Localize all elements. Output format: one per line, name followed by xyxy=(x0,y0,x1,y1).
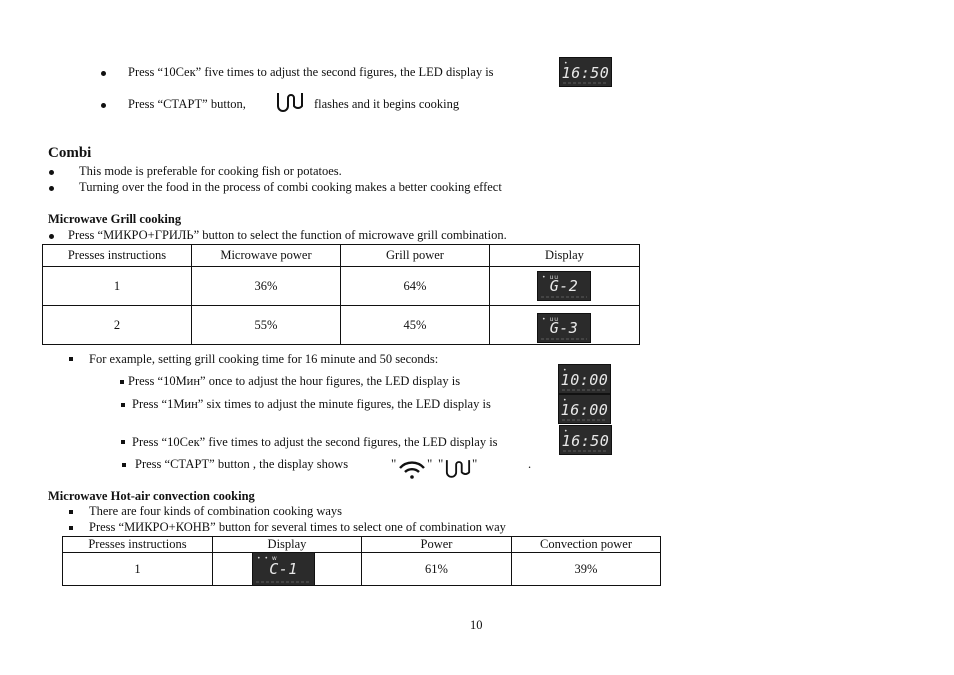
led-text: G-2 xyxy=(549,277,579,295)
page-number: 10 xyxy=(470,618,483,632)
led-grid xyxy=(256,581,311,583)
led-grid xyxy=(563,82,608,84)
cell-presses: 2 xyxy=(42,305,192,345)
led-grid xyxy=(562,419,607,421)
table-row: 1 61% 39% xyxy=(62,552,661,586)
header-cell: Display xyxy=(212,536,362,553)
header-cell: Convection power xyxy=(511,536,661,553)
step-text: Press “10Мин” once to adjust the hour fi… xyxy=(128,374,461,388)
bullet xyxy=(120,380,124,384)
header-cell: Presses instructions xyxy=(62,536,213,553)
led-display: • 16:50 xyxy=(559,425,612,455)
bullet xyxy=(122,463,126,467)
led-display: • 16:00 xyxy=(558,394,611,424)
section-title-combi: Combi xyxy=(48,145,92,161)
grill-icon xyxy=(445,460,471,478)
led-display: • uu G-2 xyxy=(537,271,591,301)
quote-mark: " xyxy=(438,456,444,471)
step-text: Press “10Сек” five times to adjust the s… xyxy=(132,435,498,449)
bullet xyxy=(49,186,54,191)
microwave-wave-icon xyxy=(399,461,425,479)
table-header-row: Presses instructions Microwave power Gri… xyxy=(42,244,640,267)
cell-grill-power: 64% xyxy=(340,266,490,306)
led-text: G-3 xyxy=(549,319,579,337)
quote-mark: " xyxy=(472,456,478,471)
bullet xyxy=(69,526,73,530)
led-grid xyxy=(562,389,607,391)
convection-table: Presses instructions Display Power Conve… xyxy=(62,536,661,586)
convection-bullet: There are four kinds of combination cook… xyxy=(89,504,343,518)
led-text: 16:50 xyxy=(561,432,610,450)
bullet xyxy=(101,103,106,108)
step-text: flashes and it begins cooking xyxy=(314,97,460,111)
quote-mark: " xyxy=(427,456,433,471)
example-intro: For example, setting grill cooking time … xyxy=(89,352,439,366)
grill-instruction: Press “МИКРО+ГРИЛЬ” button to select the… xyxy=(68,228,507,242)
led-display: • uu G-3 xyxy=(537,313,591,343)
led-text: 10:00 xyxy=(560,371,609,389)
step-text: Press “СТАРТ” button, xyxy=(128,97,246,111)
cell-power: 61% xyxy=(361,552,512,586)
header-cell: Grill power xyxy=(340,244,490,267)
header-cell: Display xyxy=(489,244,640,267)
table-header-row: Presses instructions Display Power Conve… xyxy=(62,536,661,553)
quote-mark: " xyxy=(391,456,397,471)
led-grid xyxy=(541,296,587,298)
bullet xyxy=(121,440,125,444)
sentence-end: . xyxy=(528,457,532,471)
header-cell: Microwave power xyxy=(191,244,341,267)
led-display: • 16:50 xyxy=(559,57,612,87)
grill-icon xyxy=(277,93,303,112)
header-cell: Power xyxy=(361,536,512,553)
cell-microwave-power: 36% xyxy=(191,266,341,306)
convection-bullet: Press “МИКРО+КОНВ” button for several ti… xyxy=(89,520,506,534)
bullet xyxy=(121,403,125,407)
section-title-grill: Microwave Grill cooking xyxy=(48,212,182,226)
header-cell: Presses instructions xyxy=(42,244,192,267)
led-text: C-1 xyxy=(269,560,298,578)
cell-convection-power: 39% xyxy=(511,552,661,586)
bullet xyxy=(69,510,73,514)
step-text: Press “СТАРТ” button , the display shows xyxy=(135,457,349,471)
cell-microwave-power: 55% xyxy=(191,305,341,345)
bullet xyxy=(69,357,73,361)
section-title-convection: Microwave Hot-air convection cooking xyxy=(48,489,255,503)
led-display: • 10:00 xyxy=(558,364,611,394)
led-text: 16:50 xyxy=(561,64,610,82)
step-text: Press “10Сек” five times to adjust the s… xyxy=(128,65,494,79)
led-display: • • w C-1 xyxy=(252,552,315,586)
bullet xyxy=(101,71,106,76)
bullet xyxy=(49,234,54,239)
cell-presses: 1 xyxy=(62,552,213,586)
bullet xyxy=(49,170,54,175)
step-text: Press “1Мин” six times to adjust the min… xyxy=(132,397,491,411)
led-text: 16:00 xyxy=(560,401,609,419)
combi-bullet: Turning over the food in the process of … xyxy=(79,180,502,194)
cell-presses: 1 xyxy=(42,266,192,306)
led-grid xyxy=(563,450,608,452)
cell-grill-power: 45% xyxy=(340,305,490,345)
led-grid xyxy=(541,338,587,340)
combi-bullet: This mode is preferable for cooking fish… xyxy=(79,164,342,178)
